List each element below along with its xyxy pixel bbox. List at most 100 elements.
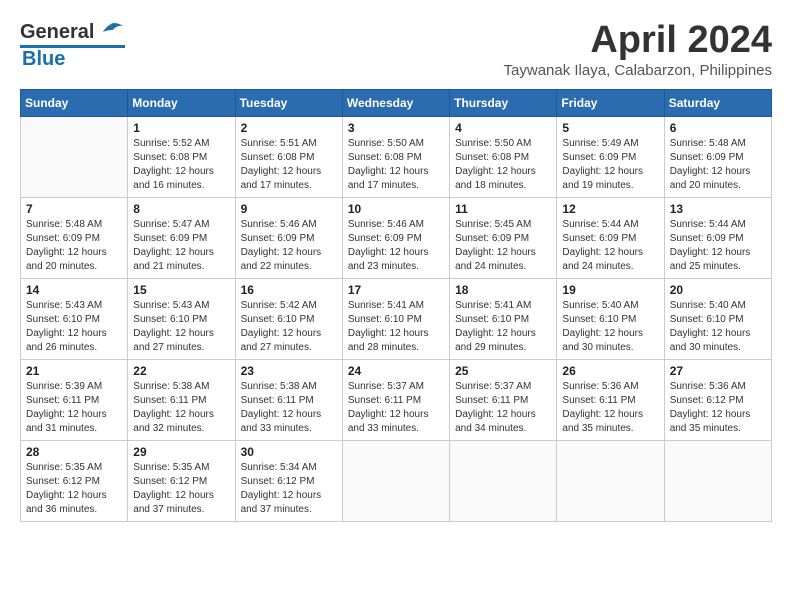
calendar-cell: 4 Sunrise: 5:50 AMSunset: 6:08 PMDaylight…: [450, 116, 557, 197]
calendar-cell: 27 Sunrise: 5:36 AMSunset: 6:12 PMDayligh…: [664, 359, 771, 440]
day-info: Sunrise: 5:44 AMSunset: 6:09 PMDaylight:…: [562, 218, 658, 274]
day-info: Sunrise: 5:44 AMSunset: 6:09 PMDaylight:…: [670, 218, 766, 274]
day-info: Sunrise: 5:40 AMSunset: 6:10 PMDaylight:…: [670, 299, 766, 355]
calendar-header-row: SundayMondayTuesdayWednesdayThursdayFrid…: [21, 89, 772, 116]
calendar-cell: 12Sunrise: 5:44 AMSunset: 6:09 PMDayligh…: [557, 197, 664, 278]
calendar-cell: 21 Sunrise: 5:39 AMSunset: 6:11 PMDayligh…: [21, 359, 128, 440]
calendar-body: 1Sunrise: 5:52 AMSunset: 6:08 PMDaylight…: [21, 116, 772, 521]
logo-bird-icon: [97, 20, 125, 44]
calendar-cell: 25Sunrise: 5:37 AMSunset: 6:11 PMDayligh…: [450, 359, 557, 440]
day-info: Sunrise: 5:39 AMSunset: 6:11 PMDaylight:…: [26, 380, 122, 436]
calendar-cell: 1Sunrise: 5:52 AMSunset: 6:08 PMDaylight…: [128, 116, 235, 197]
calendar-cell: 11 Sunrise: 5:45 AMSunset: 6:09 PMDayligh…: [450, 197, 557, 278]
weekday-header-saturday: Saturday: [664, 89, 771, 116]
day-info: Sunrise: 5:40 AMSunset: 6:10 PMDaylight:…: [562, 299, 658, 355]
day-info: Sunrise: 5:35 AMSunset: 6:12 PMDaylight:…: [26, 461, 122, 517]
calendar-cell: [664, 440, 771, 521]
day-number: 3: [348, 121, 444, 135]
calendar-cell: 18 Sunrise: 5:41 AMSunset: 6:10 PMDayligh…: [450, 278, 557, 359]
day-info: Sunrise: 5:45 AMSunset: 6:09 PMDaylight:…: [455, 218, 551, 274]
day-number: 30: [241, 445, 337, 459]
day-number: 6: [670, 121, 766, 135]
day-info: Sunrise: 5:36 AMSunset: 6:12 PMDaylight:…: [670, 380, 766, 436]
day-info: Sunrise: 5:37 AMSunset: 6:11 PMDaylight:…: [348, 380, 444, 436]
day-number: 23: [241, 364, 337, 378]
day-info: Sunrise: 5:50 AMSunset: 6:08 PMDaylight:…: [455, 137, 551, 193]
day-info: Sunrise: 5:46 AMSunset: 6:09 PMDaylight:…: [348, 218, 444, 274]
day-number: 7: [26, 202, 122, 216]
day-number: 11: [455, 202, 551, 216]
calendar-cell: 10 Sunrise: 5:46 AMSunset: 6:09 PMDayligh…: [342, 197, 449, 278]
weekday-header-monday: Monday: [128, 89, 235, 116]
day-info: Sunrise: 5:50 AMSunset: 6:08 PMDaylight:…: [348, 137, 444, 193]
title-section: April 2024 Taywanak Ilaya, Calabarzon, P…: [504, 20, 772, 79]
calendar-cell: 8Sunrise: 5:47 AMSunset: 6:09 PMDaylight…: [128, 197, 235, 278]
calendar-cell: [21, 116, 128, 197]
calendar-cell: 14Sunrise: 5:43 AMSunset: 6:10 PMDayligh…: [21, 278, 128, 359]
day-info: Sunrise: 5:37 AMSunset: 6:11 PMDaylight:…: [455, 380, 551, 436]
calendar-cell: 19 Sunrise: 5:40 AMSunset: 6:10 PMDayligh…: [557, 278, 664, 359]
day-info: Sunrise: 5:38 AMSunset: 6:11 PMDaylight:…: [133, 380, 229, 436]
day-number: 15: [133, 283, 229, 297]
calendar-cell: [450, 440, 557, 521]
calendar-cell: 15Sunrise: 5:43 AMSunset: 6:10 PMDayligh…: [128, 278, 235, 359]
month-title: April 2024: [504, 20, 772, 62]
day-number: 21: [26, 364, 122, 378]
day-number: 26: [562, 364, 658, 378]
calendar-cell: 5 Sunrise: 5:49 AMSunset: 6:09 PMDaylight…: [557, 116, 664, 197]
day-number: 28: [26, 445, 122, 459]
day-info: Sunrise: 5:34 AMSunset: 6:12 PMDaylight:…: [241, 461, 337, 517]
day-info: Sunrise: 5:51 AMSunset: 6:08 PMDaylight:…: [241, 137, 337, 193]
day-info: Sunrise: 5:41 AMSunset: 6:10 PMDaylight:…: [455, 299, 551, 355]
day-number: 27: [670, 364, 766, 378]
day-number: 19: [562, 283, 658, 297]
day-info: Sunrise: 5:36 AMSunset: 6:11 PMDaylight:…: [562, 380, 658, 436]
calendar-cell: 29 Sunrise: 5:35 AMSunset: 6:12 PMDayligh…: [128, 440, 235, 521]
day-info: Sunrise: 5:38 AMSunset: 6:11 PMDaylight:…: [241, 380, 337, 436]
day-number: 16: [241, 283, 337, 297]
calendar-cell: 22 Sunrise: 5:38 AMSunset: 6:11 PMDayligh…: [128, 359, 235, 440]
calendar-week-row: 7 Sunrise: 5:48 AMSunset: 6:09 PMDaylight…: [21, 197, 772, 278]
day-info: Sunrise: 5:48 AMSunset: 6:09 PMDaylight:…: [26, 218, 122, 274]
calendar-cell: 6 Sunrise: 5:48 AMSunset: 6:09 PMDaylight…: [664, 116, 771, 197]
day-info: Sunrise: 5:48 AMSunset: 6:09 PMDaylight:…: [670, 137, 766, 193]
day-number: 9: [241, 202, 337, 216]
day-number: 1: [133, 121, 229, 135]
calendar-cell: [557, 440, 664, 521]
day-number: 17: [348, 283, 444, 297]
calendar-cell: [342, 440, 449, 521]
calendar-cell: 7 Sunrise: 5:48 AMSunset: 6:09 PMDaylight…: [21, 197, 128, 278]
calendar-cell: 24Sunrise: 5:37 AMSunset: 6:11 PMDayligh…: [342, 359, 449, 440]
calendar-cell: 28 Sunrise: 5:35 AMSunset: 6:12 PMDayligh…: [21, 440, 128, 521]
calendar-cell: 30 Sunrise: 5:34 AMSunset: 6:12 PMDayligh…: [235, 440, 342, 521]
day-info: Sunrise: 5:41 AMSunset: 6:10 PMDaylight:…: [348, 299, 444, 355]
calendar-cell: 17 Sunrise: 5:41 AMSunset: 6:10 PMDayligh…: [342, 278, 449, 359]
calendar-week-row: 21 Sunrise: 5:39 AMSunset: 6:11 PMDayligh…: [21, 359, 772, 440]
logo: General Blue: [20, 20, 125, 71]
day-number: 18: [455, 283, 551, 297]
calendar-cell: 9Sunrise: 5:46 AMSunset: 6:09 PMDaylight…: [235, 197, 342, 278]
day-number: 14: [26, 283, 122, 297]
logo-blue: Blue: [22, 48, 65, 70]
calendar-cell: 26 Sunrise: 5:36 AMSunset: 6:11 PMDayligh…: [557, 359, 664, 440]
day-info: Sunrise: 5:49 AMSunset: 6:09 PMDaylight:…: [562, 137, 658, 193]
calendar-week-row: 1Sunrise: 5:52 AMSunset: 6:08 PMDaylight…: [21, 116, 772, 197]
weekday-header-sunday: Sunday: [21, 89, 128, 116]
calendar-cell: 23 Sunrise: 5:38 AMSunset: 6:11 PMDayligh…: [235, 359, 342, 440]
day-number: 10: [348, 202, 444, 216]
day-number: 2: [241, 121, 337, 135]
day-number: 5: [562, 121, 658, 135]
day-number: 13: [670, 202, 766, 216]
calendar-cell: 3 Sunrise: 5:50 AMSunset: 6:08 PMDaylight…: [342, 116, 449, 197]
day-number: 8: [133, 202, 229, 216]
day-info: Sunrise: 5:42 AMSunset: 6:10 PMDaylight:…: [241, 299, 337, 355]
day-number: 22: [133, 364, 229, 378]
day-info: Sunrise: 5:35 AMSunset: 6:12 PMDaylight:…: [133, 461, 229, 517]
calendar-cell: 16 Sunrise: 5:42 AMSunset: 6:10 PMDayligh…: [235, 278, 342, 359]
day-number: 29: [133, 445, 229, 459]
calendar-cell: 20Sunrise: 5:40 AMSunset: 6:10 PMDayligh…: [664, 278, 771, 359]
calendar-table: SundayMondayTuesdayWednesdayThursdayFrid…: [20, 89, 772, 522]
calendar-week-row: 14Sunrise: 5:43 AMSunset: 6:10 PMDayligh…: [21, 278, 772, 359]
day-number: 4: [455, 121, 551, 135]
weekday-header-tuesday: Tuesday: [235, 89, 342, 116]
